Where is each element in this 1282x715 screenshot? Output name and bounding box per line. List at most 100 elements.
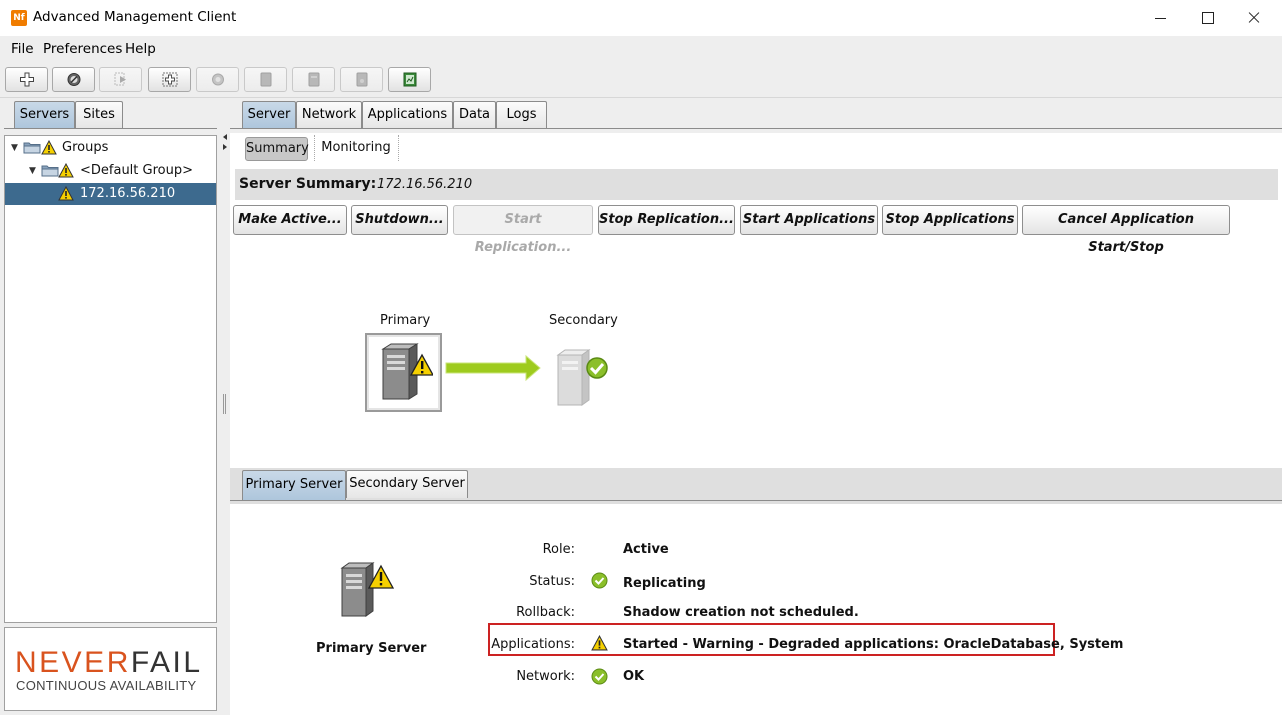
make-active-button[interactable]: Make Active...	[233, 205, 347, 235]
title-bar: Nf Advanced Management Client	[0, 0, 1282, 36]
close-button[interactable]	[1230, 0, 1276, 36]
replication-arrow-icon	[445, 354, 541, 382]
main-panel: Server Network Applications Data Logs Su…	[230, 98, 1282, 715]
add-group-icon	[162, 72, 178, 87]
subtab-summary[interactable]: Summary	[245, 137, 309, 161]
tree-item-groups[interactable]: ▼ Groups	[5, 137, 216, 159]
disconnect-icon	[67, 73, 81, 86]
server-action-button-2[interactable]	[292, 67, 335, 92]
role-value: Active	[623, 542, 669, 557]
plus-icon	[20, 72, 34, 87]
warning-icon	[41, 140, 57, 155]
tab-secondary-server[interactable]: Secondary Server	[346, 470, 468, 498]
maximize-button[interactable]	[1184, 0, 1230, 36]
tree-item-default-group[interactable]: ▼ <Default Group>	[5, 160, 216, 182]
ok-check-icon	[591, 572, 608, 589]
subtab-separator	[398, 135, 399, 161]
menu-help[interactable]: Help	[125, 41, 156, 57]
primary-server-node[interactable]	[365, 333, 442, 412]
server-action-button-3[interactable]	[340, 67, 383, 92]
refresh-button[interactable]	[196, 67, 239, 92]
tab-data[interactable]: Data	[453, 101, 496, 128]
network-label: Network:	[516, 669, 575, 684]
logo-tagline: CONTINUOUS AVAILABILITY	[16, 678, 197, 693]
secondary-label: Secondary	[549, 313, 618, 328]
app-icon: Nf	[11, 10, 27, 26]
logo-wordmark: NEVERFAIL	[15, 646, 203, 680]
add-server-button[interactable]	[5, 67, 48, 92]
expand-toggle-icon[interactable]: ▼	[11, 137, 18, 159]
ok-check-icon	[591, 668, 608, 685]
server-icon	[356, 72, 368, 87]
splitter-grip[interactable]	[223, 394, 226, 414]
primary-server-icon	[340, 562, 395, 617]
tab-network[interactable]: Network	[296, 101, 362, 128]
secondary-server-node[interactable]	[552, 347, 614, 409]
tab-servers[interactable]: Servers	[14, 101, 75, 128]
tab-applications[interactable]: Applications	[362, 101, 453, 128]
tree-label-default-group: <Default Group>	[80, 163, 193, 178]
logo-fail: FAIL	[130, 646, 203, 679]
server-action-button-1[interactable]	[244, 67, 287, 92]
primary-server-caption: Primary Server	[316, 641, 427, 656]
summary-title: Server Summary:	[239, 176, 377, 192]
move-icon	[114, 72, 126, 86]
tree-label-groups: Groups	[62, 140, 109, 155]
warning-icon	[58, 163, 74, 178]
summary-host: 172.16.56.210	[377, 177, 473, 192]
vendor-logo: NEVERFAIL CONTINUOUS AVAILABILITY	[4, 627, 217, 711]
add-group-button[interactable]	[148, 67, 191, 92]
server-icon	[308, 72, 320, 87]
shutdown-button[interactable]: Shutdown...	[351, 205, 448, 235]
tab-server[interactable]: Server	[242, 101, 296, 128]
panel-splitter[interactable]	[220, 98, 230, 715]
warning-icon	[58, 186, 74, 201]
subtab-monitoring[interactable]: Monitoring	[318, 137, 394, 161]
cancel-application-start-stop-button[interactable]: Cancel Application Start/Stop	[1022, 205, 1230, 255]
warning-icon	[591, 635, 608, 651]
role-label: Role:	[542, 542, 575, 557]
refresh-icon	[212, 73, 224, 86]
server-details: Primary Server Role: Active Status: Repl…	[230, 504, 1282, 715]
server-content: Summary Monitoring Server Summary: 172.1…	[230, 133, 1282, 715]
logo-never: NEVER	[15, 646, 131, 679]
left-panel: Servers Sites ▼ Groups ▼ <Default Group>…	[0, 98, 220, 715]
tab-sites[interactable]: Sites	[75, 101, 123, 128]
report-button[interactable]	[388, 67, 431, 92]
expand-toggle-icon[interactable]: ▼	[29, 160, 36, 182]
network-value: OK	[623, 669, 645, 684]
remove-server-button[interactable]	[52, 67, 95, 92]
stop-replication-button[interactable]: Stop Replication...	[598, 205, 735, 235]
collapse-arrows-icon[interactable]	[222, 133, 228, 153]
tab-divider	[230, 500, 1282, 501]
toolbar	[0, 62, 1282, 98]
stop-applications-button[interactable]: Stop Applications	[882, 205, 1018, 235]
start-applications-button[interactable]: Start Applications	[740, 205, 878, 235]
rollback-value: Shadow creation not scheduled.	[623, 605, 859, 620]
tab-logs[interactable]: Logs	[496, 101, 547, 128]
window-title: Advanced Management Client	[33, 9, 237, 25]
folder-icon	[23, 142, 41, 154]
start-replication-button[interactable]: Start Replication...	[453, 205, 593, 255]
rollback-label: Rollback:	[516, 605, 575, 620]
move-server-button[interactable]	[99, 67, 142, 92]
menu-preferences[interactable]: Preferences	[43, 41, 122, 57]
status-value: Replicating	[623, 576, 706, 591]
tab-divider	[230, 128, 1282, 129]
status-label: Status:	[529, 574, 575, 589]
tab-primary-server[interactable]: Primary Server	[242, 470, 346, 500]
server-icon	[260, 72, 272, 87]
report-icon	[403, 72, 417, 87]
tab-divider	[4, 128, 217, 129]
server-tab-strip: Primary Server Secondary Server	[230, 468, 1282, 504]
menu-bar: File Preferences Help	[0, 36, 1282, 62]
minimize-button[interactable]	[1138, 0, 1184, 36]
menu-file[interactable]: File	[11, 41, 34, 57]
folder-icon	[41, 165, 59, 177]
tree-label-server: 172.16.56.210	[80, 186, 176, 201]
subtab-separator	[314, 135, 315, 161]
tree-item-server[interactable]: 172.16.56.210	[5, 183, 216, 205]
applications-label: Applications:	[491, 637, 575, 652]
applications-value: Started - Warning - Degraded application…	[623, 637, 1124, 652]
server-warning-icon	[381, 343, 433, 400]
